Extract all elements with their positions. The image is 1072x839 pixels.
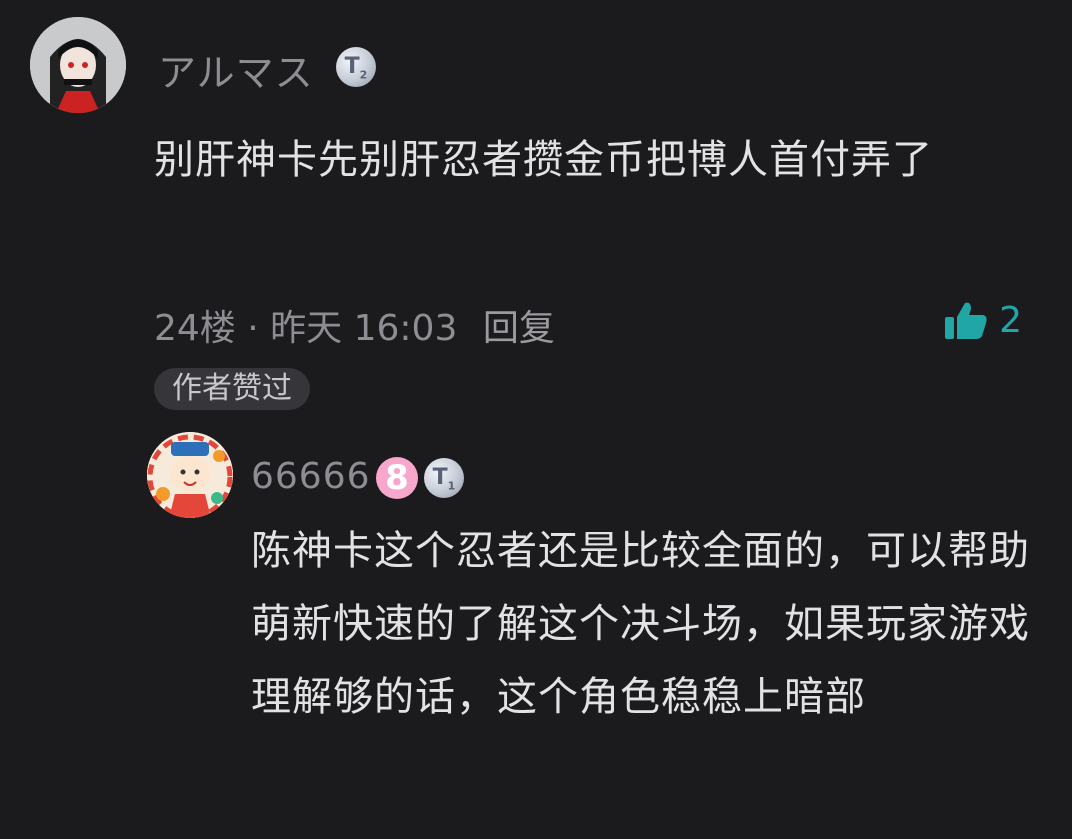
comment-floor: 24楼 bbox=[154, 308, 236, 349]
avatar-image bbox=[147, 432, 233, 518]
meta-separator: · bbox=[247, 308, 259, 349]
comment-text: 别肝神卡先别肝忍者攒金币把博人首付弄了 bbox=[154, 137, 933, 183]
coin-badge-letter: T bbox=[432, 465, 448, 490]
coin-badge-level: 2 bbox=[359, 68, 368, 82]
comment-meta: 24楼 · 昨天 16:03 回复 bbox=[154, 299, 555, 351]
reply-author-name[interactable]: 66666 bbox=[251, 456, 371, 497]
like-count: 2 bbox=[999, 300, 1022, 341]
reply-button[interactable]: 回复 bbox=[483, 308, 555, 349]
avatar[interactable] bbox=[30, 17, 126, 113]
comment-time: 昨天 16:03 bbox=[270, 308, 458, 349]
coin-badge-icon: T2 bbox=[336, 47, 376, 87]
reply-avatar[interactable] bbox=[147, 432, 233, 518]
author-liked-badge: 作者赞过 bbox=[154, 368, 310, 410]
coin-badge-letter: T bbox=[344, 54, 360, 79]
thumbs-up-icon bbox=[945, 302, 987, 339]
comment-author-name[interactable]: アルマス bbox=[158, 42, 314, 97]
level-badge-icon: 8 bbox=[376, 457, 418, 499]
avatar-image bbox=[30, 17, 126, 113]
coin-badge-icon: T1 bbox=[424, 458, 464, 498]
like-button[interactable]: 2 bbox=[943, 300, 1022, 341]
coin-badge-level: 1 bbox=[447, 479, 456, 493]
reply-text: 陈神卡这个忍者还是比较全面的，可以帮助萌新快速的了解这个决斗场，如果玩家游戏理解… bbox=[251, 528, 1030, 720]
